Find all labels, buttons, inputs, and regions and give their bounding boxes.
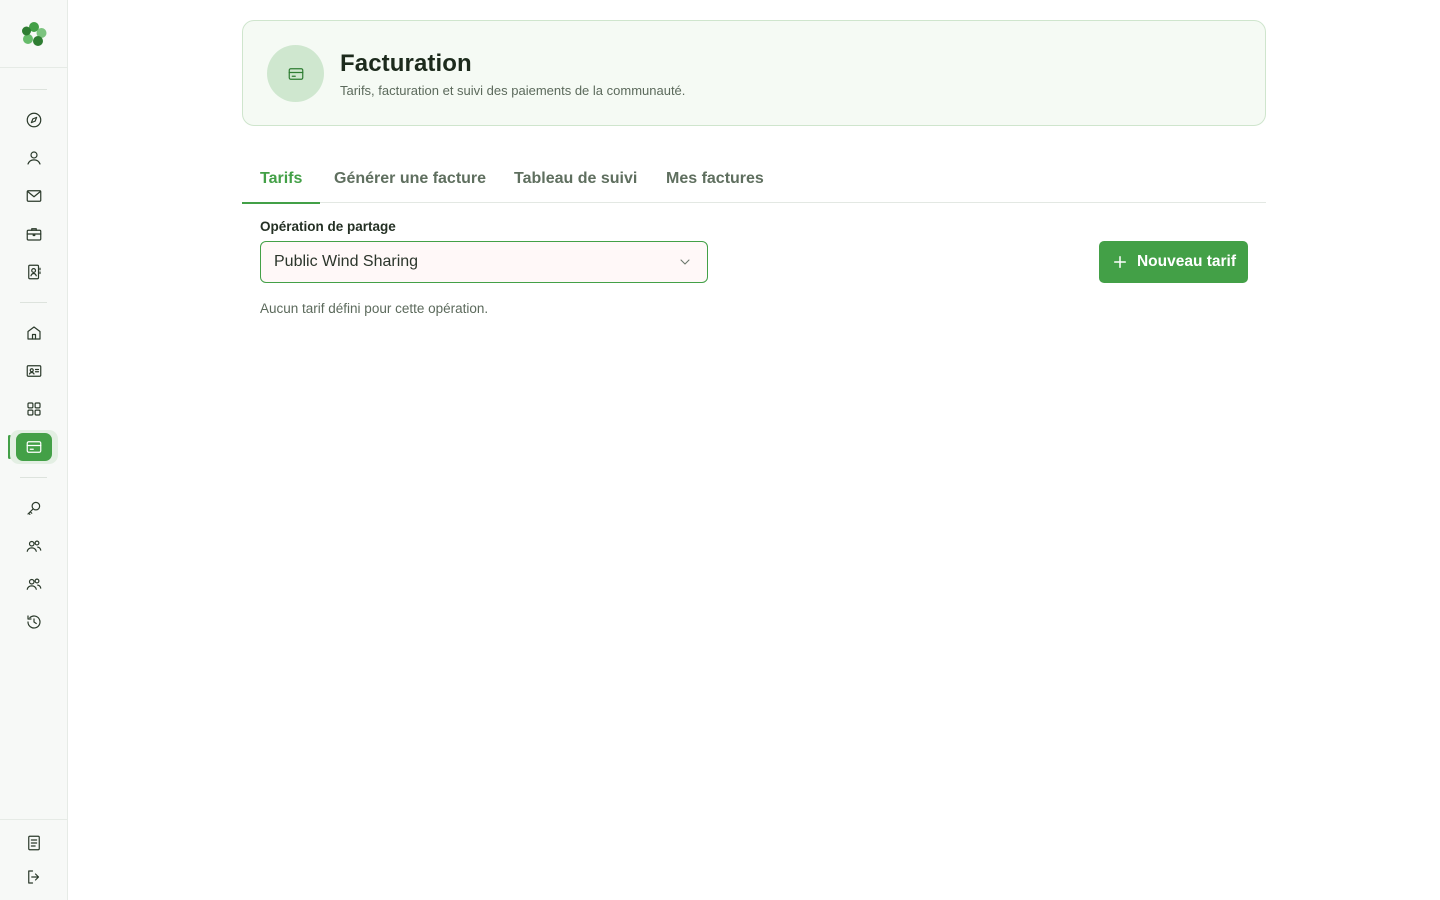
- logout-icon: [28, 870, 40, 884]
- page-subtitle: Tarifs, facturation et suivi des paiemen…: [340, 83, 686, 98]
- page-title: Facturation: [340, 50, 472, 77]
- billing-card-icon: [26, 441, 42, 453]
- clover-logo-icon: [21, 21, 46, 46]
- chevron-down-icon: [677, 254, 693, 270]
- nav-groups[interactable]: [14, 568, 54, 600]
- home-icon: [27, 326, 41, 340]
- contacts-book-icon: [28, 264, 41, 280]
- app-logo[interactable]: [0, 0, 67, 68]
- billing-card-icon: [288, 67, 303, 80]
- nav-users[interactable]: [14, 530, 54, 562]
- sidebar-divider: [20, 477, 47, 478]
- empty-state-message: Aucun tarif défini pour cette opération.: [260, 301, 489, 316]
- nav-access-keys[interactable]: [14, 492, 54, 524]
- sidebar-divider: [20, 89, 47, 90]
- user-icon: [27, 151, 41, 165]
- nav-explore[interactable]: [14, 104, 54, 136]
- billing-tabs: Tarifs Générer une facture Tableau de su…: [242, 154, 1266, 204]
- nav-messages[interactable]: [14, 180, 54, 212]
- tab-my-invoices[interactable]: Mes factures: [648, 154, 782, 203]
- sidebar-divider: [20, 302, 47, 303]
- nav-home[interactable]: [14, 317, 54, 349]
- tab-tarifs[interactable]: Tarifs: [242, 154, 321, 204]
- users-group-icon: [26, 578, 42, 590]
- users-icon: [26, 540, 42, 552]
- nav-billing-highlight: [16, 433, 52, 461]
- grid-icon: [27, 402, 41, 416]
- nav-documentation[interactable]: [14, 827, 54, 859]
- compass-icon: [26, 112, 42, 128]
- mail-icon: [26, 190, 42, 202]
- id-card-icon: [26, 365, 42, 377]
- header-icon-badge: [267, 45, 324, 102]
- sidebar: [0, 0, 68, 900]
- nav-dashboard[interactable]: [14, 393, 54, 425]
- sidebar-bottom-divider: [0, 819, 67, 820]
- plus-icon: [1113, 256, 1126, 268]
- operation-select[interactable]: Public Wind Sharing: [260, 241, 708, 283]
- nav-history[interactable]: [14, 606, 54, 638]
- operation-select-value: Public Wind Sharing: [274, 253, 419, 270]
- key-icon: [27, 501, 41, 515]
- new-tariff-label: Nouveau tarif: [1136, 253, 1237, 270]
- history-icon: [27, 615, 41, 629]
- new-tariff-button[interactable]: Nouveau tarif: [1099, 241, 1248, 283]
- nav-contacts[interactable]: [14, 256, 54, 288]
- tab-generate-invoice[interactable]: Générer une facture: [316, 154, 504, 203]
- page-header: Facturation Tarifs, facturation et suivi…: [242, 20, 1266, 126]
- tab-tracking-board[interactable]: Tableau de suivi: [496, 154, 655, 203]
- nav-projects[interactable]: [14, 218, 54, 250]
- nav-members[interactable]: [14, 355, 54, 387]
- briefcase-icon: [26, 228, 42, 241]
- nav-billing[interactable]: [10, 430, 58, 464]
- document-icon: [28, 835, 40, 851]
- nav-profile[interactable]: [14, 142, 54, 174]
- operation-label: Opération de partage: [260, 219, 396, 234]
- nav-logout[interactable]: [14, 861, 54, 893]
